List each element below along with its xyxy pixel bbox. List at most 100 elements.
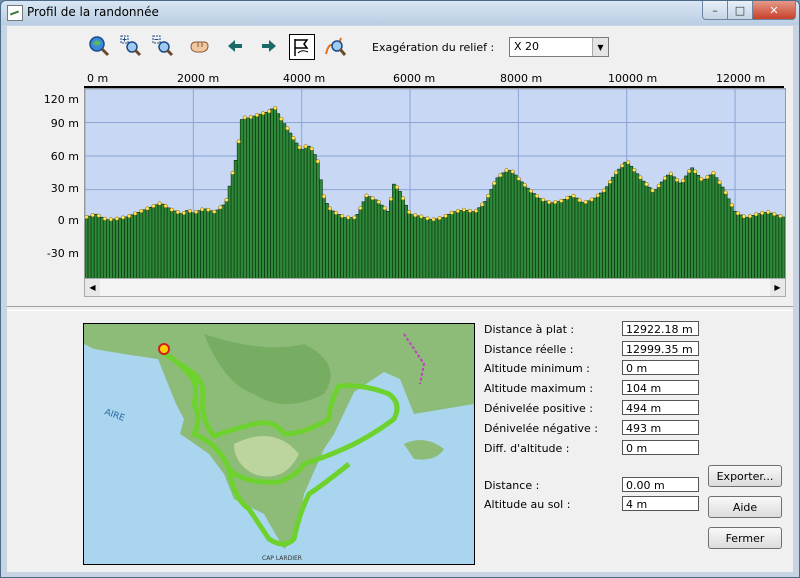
show-path-icon [294, 39, 309, 56]
elevation-point [735, 211, 740, 216]
elevation-bar [212, 211, 217, 280]
elevation-bar [751, 215, 755, 280]
elevation-bar [316, 161, 320, 280]
elevation-bar [544, 200, 548, 280]
zoom-out-button[interactable] [151, 34, 175, 58]
elevation-bar [386, 211, 390, 280]
elevation-bar [580, 202, 585, 280]
elevation-bar [151, 205, 156, 280]
zoom-all-icon [89, 36, 110, 57]
relief-exaggeration-label: Exagération du relief : [372, 41, 495, 54]
elevation-bar [577, 199, 582, 280]
elevation-point [504, 168, 509, 173]
elevation-bar [285, 128, 290, 280]
elevation-bar [300, 149, 305, 280]
elevation-bar [586, 200, 591, 280]
elevation-bar [720, 186, 725, 280]
pan-button[interactable] [187, 34, 211, 58]
elevation-bar [121, 217, 125, 280]
elevation-bar [772, 213, 777, 280]
elevation-bar [297, 147, 302, 280]
close-window-button[interactable]: ✕ [752, 1, 796, 20]
elevation-bar [583, 201, 588, 280]
elevation-bar [678, 182, 682, 280]
elevation-bar [629, 165, 634, 280]
elevation-bar [233, 159, 238, 280]
elevation-point [571, 193, 576, 198]
elevation-point [120, 215, 126, 220]
cursor-value: 0.00 m [622, 477, 699, 492]
elevation-point [133, 211, 138, 216]
elevation-bar [434, 218, 439, 280]
elevation-bar [188, 210, 192, 280]
elevation-bar [465, 209, 469, 280]
elevation-point [248, 114, 253, 120]
elevation-bar [218, 207, 223, 280]
elevation-bar [294, 142, 299, 280]
elevation-point [96, 213, 101, 218]
x-tick-label: 12000 m [716, 72, 766, 85]
horizontal-scrollbar[interactable]: ◀ ▶ [84, 278, 786, 297]
elevation-bar [176, 211, 180, 280]
elevation-bar [370, 197, 375, 280]
scroll-left-icon[interactable]: ◀ [85, 279, 100, 296]
maximize-button[interactable]: □ [727, 1, 753, 20]
stat-label: Altitude minimum : [484, 362, 590, 375]
elevation-bar [90, 214, 95, 280]
elevation-bar [693, 171, 698, 280]
elevation-bar [571, 195, 576, 280]
relief-exaggeration-select[interactable]: X 20 ▼ [509, 37, 609, 57]
elevation-bar [179, 213, 183, 280]
elevation-bar [669, 173, 673, 280]
elevation-point [717, 180, 722, 185]
elevation-bar [729, 204, 734, 280]
elevation-bar [510, 171, 515, 280]
zoom-all-button[interactable] [87, 34, 111, 58]
elevation-bar [303, 146, 308, 280]
elevation-point [620, 163, 625, 168]
elevation-bar [699, 178, 704, 280]
chevron-down-icon[interactable]: ▼ [592, 38, 608, 56]
elevation-bar [200, 209, 204, 280]
elevation-bar [109, 219, 113, 280]
stat-label: Dénivelée positive : [484, 402, 593, 415]
minimize-button[interactable]: – [702, 1, 728, 20]
elevation-bar [681, 180, 685, 280]
zoom-path-button[interactable] [323, 34, 347, 58]
app-icon [7, 5, 23, 21]
elevation-point [662, 176, 667, 181]
stat-value: 12922.18 m [622, 321, 699, 336]
elevation-bar [437, 217, 442, 280]
help-button[interactable]: Aide [708, 496, 782, 518]
export-button[interactable]: Exporter... [708, 465, 782, 487]
previous-button[interactable] [223, 34, 247, 58]
elevation-bar [398, 191, 402, 280]
next-button[interactable] [257, 34, 281, 58]
elevation-bar [559, 200, 564, 280]
show-path-button[interactable] [289, 34, 315, 60]
zoom-in-button[interactable] [119, 34, 143, 58]
elevation-bar [242, 117, 247, 280]
elevation-bar [319, 179, 323, 280]
elevation-bar [568, 195, 573, 280]
elevation-bar [562, 199, 567, 280]
elevation-bar [392, 183, 396, 280]
elevation-point [699, 177, 704, 182]
elevation-bar [507, 170, 512, 280]
elevation-point [486, 193, 491, 198]
elevation-bar [556, 201, 561, 280]
elevation-bar [267, 111, 271, 280]
elevation-bar [279, 118, 284, 280]
elevation-profile-chart[interactable] [84, 88, 786, 280]
elevation-point [285, 126, 290, 131]
panel-splitter[interactable] [7, 306, 793, 311]
title-bar[interactable]: Profil de la randonnée – □ ✕ [1, 1, 799, 25]
x-tick-label: 2000 m [177, 72, 220, 85]
route-map[interactable]: AIRE CAP LARDIER [83, 323, 475, 565]
scroll-right-icon[interactable]: ▶ [770, 279, 785, 296]
close-button[interactable]: Fermer [708, 527, 782, 549]
x-tick-label: 4000 m [283, 72, 326, 85]
elevation-point [108, 217, 113, 222]
elevation-bar [340, 215, 344, 280]
elevation-bar [516, 178, 521, 280]
